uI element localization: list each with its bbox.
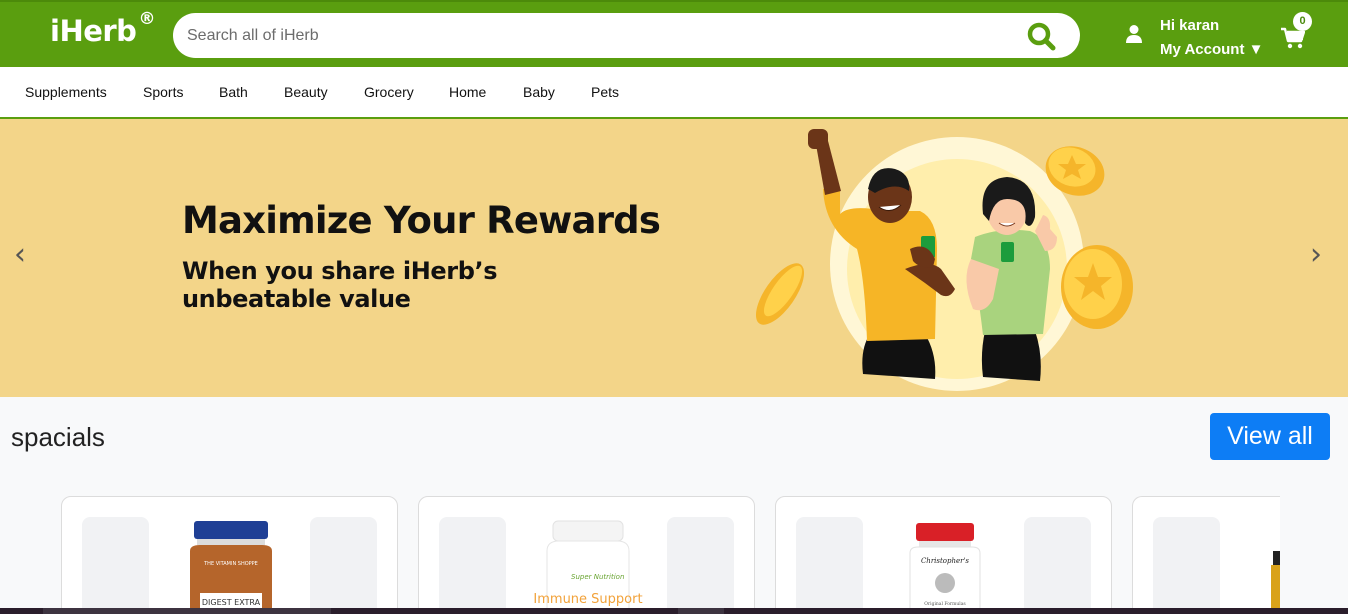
search-input[interactable]: [187, 13, 1007, 58]
nav-bath[interactable]: Bath: [219, 84, 248, 100]
carousel-next-button[interactable]: ›: [1310, 237, 1322, 272]
image-placeholder: [1153, 517, 1220, 614]
nav-sports[interactable]: Sports: [143, 84, 183, 100]
banner-title: Maximize Your Rewards: [182, 199, 661, 242]
nav-grocery[interactable]: Grocery: [364, 84, 414, 100]
section-title: spacials: [11, 422, 105, 452]
registered-mark: ®: [138, 9, 155, 30]
nav-baby[interactable]: Baby: [523, 84, 555, 100]
product-card[interactable]: Christopher's Original Formulas: [775, 496, 1112, 614]
nav-supplements[interactable]: Supplements: [25, 84, 107, 100]
product-image: Christopher's Original Formulas: [864, 517, 1024, 614]
view-all-button[interactable]: View all: [1210, 413, 1330, 460]
top-header: iHerb® Hi karan My Account ▼ 0: [0, 0, 1348, 67]
nav-pets[interactable]: Pets: [591, 84, 619, 100]
category-nav: Supplements Sports Bath Beauty Grocery H…: [0, 67, 1348, 119]
nav-home[interactable]: Home: [449, 84, 486, 100]
image-placeholder: [667, 517, 734, 614]
product-label: DIGEST EXTRA: [202, 598, 261, 607]
product-label: Original Formulas: [924, 601, 966, 607]
hero-banner: ‹ Maximize Your Rewards When you share i…: [0, 119, 1348, 397]
carousel-prev-button[interactable]: ‹: [14, 237, 26, 272]
account-greeting: Hi karan My Account ▼: [1160, 14, 1263, 62]
iherb-logo[interactable]: iHerb ®: [50, 9, 155, 48]
nav-beauty[interactable]: Beauty: [284, 84, 328, 100]
image-placeholder: [82, 517, 149, 614]
taskbar-item[interactable]: [678, 608, 724, 614]
product-label: Immune Support: [533, 592, 642, 607]
coin-icon: [1061, 245, 1133, 329]
search-icon[interactable]: [1026, 21, 1056, 51]
os-taskbar: [0, 608, 1348, 614]
product-image: THE VITAMIN SHOPPE DIGEST EXTRA: [150, 517, 310, 614]
logo-text: iHerb: [50, 14, 137, 48]
product-card[interactable]: [1132, 496, 1280, 614]
product-image: Super Nutrition Immune Support: [507, 517, 667, 614]
product-brand: Super Nutrition: [571, 573, 624, 581]
product-card[interactable]: THE VITAMIN SHOPPE DIGEST EXTRA: [61, 496, 398, 614]
image-placeholder: [1024, 517, 1091, 614]
product-brand: Christopher's: [921, 557, 969, 565]
greeting-text: Hi karan: [1160, 17, 1220, 34]
taskbar-item[interactable]: [43, 608, 331, 614]
image-placeholder: [439, 517, 506, 614]
image-placeholder: [310, 517, 377, 614]
search-bar: [173, 13, 1080, 58]
coin-icon: [755, 263, 805, 325]
rewards-illustration: [755, 129, 1133, 391]
image-placeholder: [796, 517, 863, 614]
my-account-menu[interactable]: My Account ▼: [1160, 38, 1263, 62]
product-brand: THE VITAMIN SHOPPE: [203, 561, 258, 567]
user-icon[interactable]: [1125, 24, 1143, 44]
banner-subtitle: When you share iHerb’s unbeatable value: [182, 257, 498, 313]
product-card[interactable]: Super Nutrition Immune Support: [418, 496, 755, 614]
cart-count-badge: 0: [1293, 12, 1312, 31]
product-image: [1271, 551, 1280, 611]
